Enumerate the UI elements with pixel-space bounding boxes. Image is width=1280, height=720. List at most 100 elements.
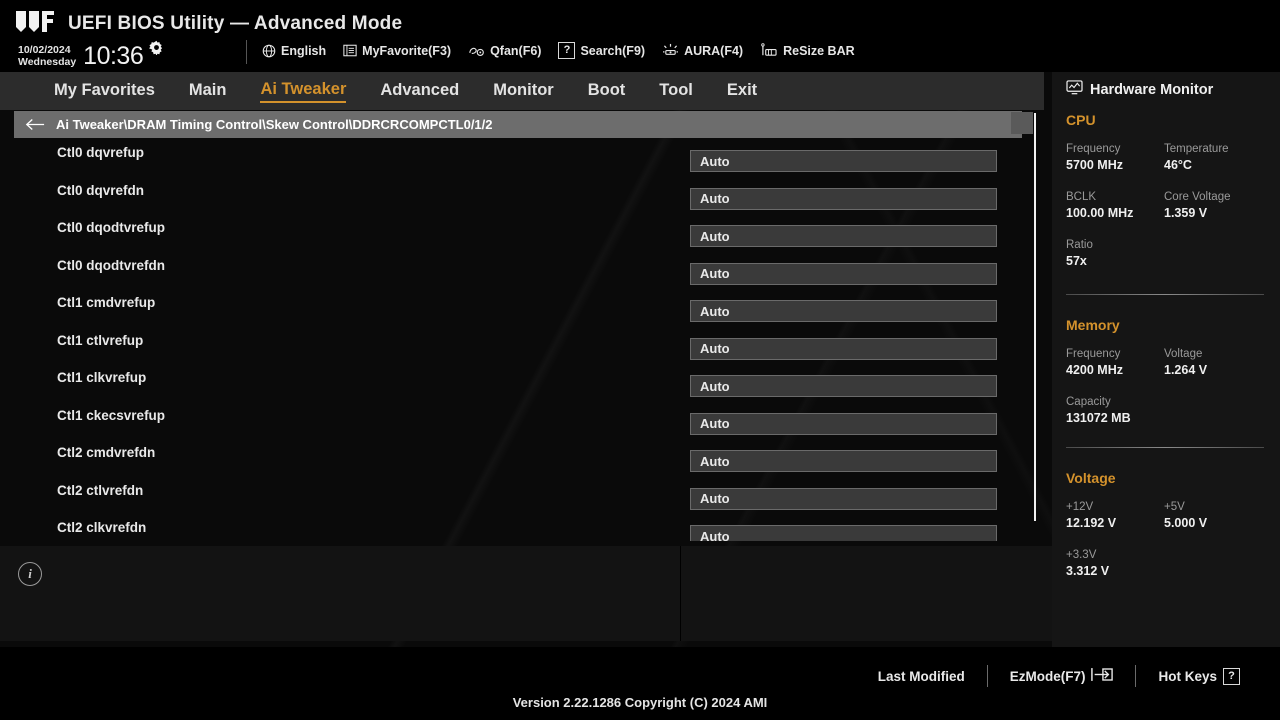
datetime-display: 10/02/2024 Wednesday 10:36: [18, 40, 164, 69]
settings-list: Ctl0 dqvrefup Auto Ctl0 dqvrefdn Auto Ctl0 d…: [0, 141, 1034, 541]
setting-row[interactable]: Ctl1 clkvrefup Auto: [0, 366, 1034, 404]
setting-row[interactable]: Ctl0 dqodtvrefup Auto: [0, 216, 1034, 254]
main-menu-bar: My Favorites Main Ai Tweaker Advanced Monito…: [0, 72, 1044, 110]
setting-row[interactable]: Ctl1 cmdvrefup Auto: [0, 291, 1034, 329]
last-modified-label: Last Modified: [877, 668, 965, 684]
hw-readout-value: 3.312 V: [1066, 564, 1110, 578]
menu-item-ai-tweaker[interactable]: Ai Tweaker: [260, 80, 347, 103]
hw-readout-grid: +12V 12.192 V +5V 5.000 V +3.3V 3.312 V: [1066, 500, 1266, 596]
setting-row[interactable]: Ctl0 dqodtvrefdn Auto: [0, 254, 1034, 292]
gear-icon[interactable]: [149, 40, 164, 60]
hw-readout-key: Frequency: [1066, 348, 1121, 360]
list-scrollbar-track[interactable]: [1034, 113, 1036, 521]
hw-readout: +5V 5.000 V: [1164, 500, 1262, 532]
hardware-monitor-title: Hardware Monitor: [1066, 80, 1213, 99]
setting-row[interactable]: Ctl2 cmdvrefdn Auto: [0, 441, 1034, 479]
ezmode-button[interactable]: EzMode(F7): [988, 667, 1136, 685]
hw-readout-value: 4200 MHz: [1066, 363, 1123, 377]
hw-readout-grid: Frequency 5700 MHz Temperature 46°C BCLK 100.…: [1066, 142, 1266, 286]
setting-value-field[interactable]: Auto: [690, 487, 997, 510]
setting-value-field[interactable]: Auto: [690, 525, 997, 541]
footer-bar: Last Modified EzMode(F7) Hot Keys ? Vers…: [0, 647, 1280, 720]
qfan-label: Qfan(F6): [490, 43, 542, 58]
resize-bar-label: ReSize BAR: [783, 43, 855, 58]
setting-label: Ctl2 cmdvrefdn: [57, 445, 156, 460]
hw-section-memory: Memory Frequency 4200 MHz Voltage 1.264 V Cap…: [1066, 317, 1266, 443]
hotkeys-button[interactable]: Hot Keys ?: [1136, 667, 1262, 685]
qfan-button[interactable]: Qfan(F6): [468, 44, 541, 58]
menu-item-boot[interactable]: Boot: [588, 81, 626, 102]
setting-row[interactable]: Ctl2 clkvrefdn Auto: [0, 516, 1034, 541]
hw-readout-key: +3.3V: [1066, 549, 1097, 561]
aura-button[interactable]: AURA(F4): [662, 43, 743, 58]
hw-readout: +3.3V 3.312 V: [1066, 548, 1164, 580]
myfavorite-button[interactable]: MyFavorite(F3): [343, 44, 451, 58]
last-modified-button[interactable]: Last Modified: [856, 669, 987, 684]
setting-row[interactable]: Ctl2 ctlvrefdn Auto: [0, 479, 1034, 517]
setting-label: Ctl2 clkvrefdn: [57, 520, 147, 535]
footer-actions: Last Modified EzMode(F7) Hot Keys ?: [856, 665, 1262, 687]
breadcrumb[interactable]: Ai Tweaker\DRAM Timing Control\Skew Cont…: [14, 111, 1022, 138]
setting-value-field[interactable]: Auto: [690, 450, 997, 472]
setting-row[interactable]: Ctl1 ckecsvrefup Auto: [0, 404, 1034, 442]
setting-value-field[interactable]: Auto: [690, 300, 997, 322]
arrow-left-icon[interactable]: [14, 118, 56, 131]
menu-item-exit[interactable]: Exit: [727, 81, 757, 102]
setting-value-field[interactable]: Auto: [690, 262, 997, 285]
setting-row[interactable]: Ctl0 dqvrefup Auto: [0, 141, 1034, 179]
header-tools: English MyFavorite(F3) Qfan(F6) ? Search…: [262, 42, 855, 59]
hw-section-title: CPU: [1066, 112, 1096, 128]
setting-row[interactable]: Ctl1 ctlvrefup Auto: [0, 329, 1034, 367]
hw-readout: BCLK 100.00 MHz: [1066, 190, 1164, 222]
hw-readout-key: +12V: [1066, 501, 1094, 513]
hw-section-cpu: CPU Frequency 5700 MHz Temperature 46°C BCLK 1…: [1066, 112, 1266, 286]
hw-section-separator: [1066, 294, 1264, 295]
list-scrollbar-thumb[interactable]: [1011, 112, 1033, 134]
setting-label: Ctl0 dqvrefdn: [57, 182, 145, 198]
hardware-monitor-title-label: Hardware Monitor: [1090, 81, 1214, 98]
list-icon: [343, 44, 357, 57]
question-box-icon: ?: [558, 42, 576, 59]
ezmode-label: EzMode(F7): [1009, 668, 1086, 684]
search-button[interactable]: ? Search(F9): [558, 42, 645, 59]
hw-section-voltage: Voltage +12V 12.192 V +5V 5.000 V +3.3V 3.312 …: [1066, 470, 1266, 596]
hw-readout-value: 12.192 V: [1066, 516, 1117, 530]
weekday-text: Wednesday: [18, 55, 77, 68]
hw-readout-key: +5V: [1164, 501, 1185, 513]
info-panel: i: [0, 546, 1052, 641]
header-bar: UEFI BIOS Utility — Advanced Mode 10/02/…: [0, 0, 1280, 72]
hotkeys-label: Hot Keys: [1158, 668, 1217, 684]
header-divider: [246, 40, 247, 64]
hw-readout-value: 5.000 V: [1164, 516, 1208, 530]
hw-readout-value: 131072 MB: [1066, 411, 1131, 425]
menu-item-advanced[interactable]: Advanced: [380, 81, 459, 102]
language-button[interactable]: English: [262, 44, 326, 58]
hardware-monitor-panel: Hardware Monitor CPU Frequency 5700 MHz Tem…: [1052, 72, 1280, 647]
setting-value-field[interactable]: Auto: [690, 412, 997, 435]
hw-readout-value: 1.359 V: [1164, 206, 1208, 220]
menu-item-tool[interactable]: Tool: [659, 81, 693, 102]
breadcrumb-path: Ai Tweaker\DRAM Timing Control\Skew Cont…: [56, 117, 493, 132]
menu-item-my-favorites[interactable]: My Favorites: [54, 81, 155, 102]
setting-label: Ctl2 ctlvrefdn: [57, 482, 144, 498]
setting-row[interactable]: Ctl0 dqvrefdn Auto: [0, 179, 1034, 217]
setting-value-field[interactable]: Auto: [690, 150, 997, 172]
setting-value-field[interactable]: Auto: [690, 337, 997, 360]
setting-label: Ctl1 ctlvrefup: [57, 332, 144, 348]
tuf-gaming-logo: [14, 10, 58, 34]
language-label: English: [281, 43, 327, 58]
setting-value-field[interactable]: Auto: [690, 375, 997, 397]
hw-readout-key: Ratio: [1066, 239, 1093, 251]
hw-readout: Frequency 4200 MHz: [1066, 347, 1164, 379]
version-text: Version 2.22.1286 Copyright (C) 2024 AMI: [512, 695, 768, 710]
setting-value-field[interactable]: Auto: [690, 187, 997, 210]
hw-readout-key: Capacity: [1066, 396, 1111, 408]
menu-item-monitor[interactable]: Monitor: [493, 81, 553, 102]
setting-value-field[interactable]: Auto: [690, 225, 997, 247]
resize-bar-button[interactable]: ReSize BAR: [760, 43, 855, 58]
hw-readout-key: Voltage: [1164, 348, 1203, 360]
aura-label: AURA(F4): [684, 43, 744, 58]
hw-readout-value: 100.00 MHz: [1066, 206, 1134, 220]
menu-item-main[interactable]: Main: [189, 81, 227, 102]
info-icon[interactable]: i: [18, 562, 42, 586]
